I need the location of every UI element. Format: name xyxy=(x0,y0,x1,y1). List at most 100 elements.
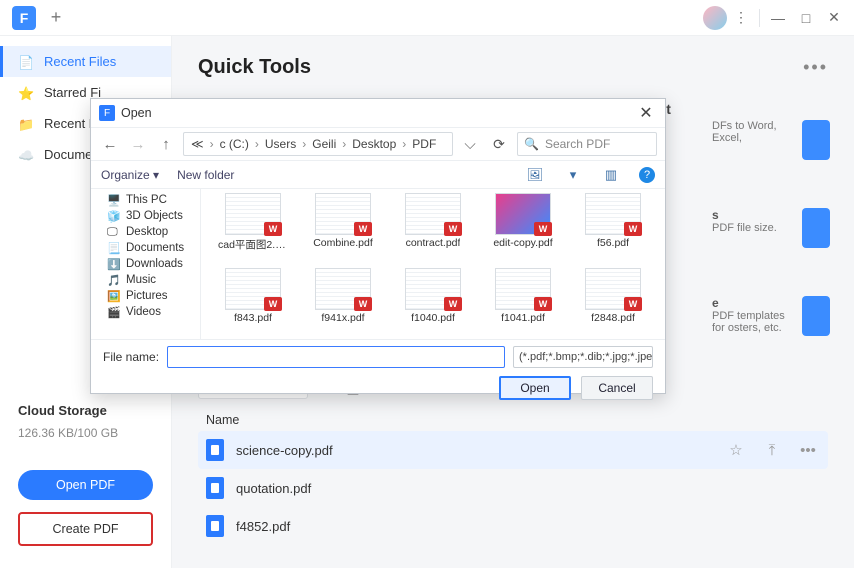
pdf-badge-icon: W xyxy=(264,222,282,236)
cloud-icon: ☁️ xyxy=(18,148,34,162)
preview-pane-button[interactable]: ▥ xyxy=(601,165,621,185)
upload-icon[interactable]: ⤒ xyxy=(760,442,784,459)
tool-card[interactable]: DFs to Word, Excel, xyxy=(712,120,830,160)
file-type-filter[interactable]: (*.pdf;*.bmp;*.dib;*.jpg;*.jpeg;*.j⌵ xyxy=(513,346,653,368)
tool-card-icon xyxy=(802,296,830,336)
cancel-button[interactable]: Cancel xyxy=(581,376,653,400)
file-thumbnail[interactable]: Wf1040.pdf xyxy=(391,268,475,336)
file-thumbnail[interactable]: Wf56.pdf xyxy=(571,193,655,264)
titlebar: F + ⋮ — □ ✕ xyxy=(0,0,854,36)
thumbnail-image: W xyxy=(405,268,461,310)
column-header-name[interactable]: Name xyxy=(198,409,828,431)
crumb-segment[interactable]: ≪ xyxy=(188,137,207,151)
open-button[interactable]: Open xyxy=(499,376,571,400)
more-menu-icon[interactable]: ⋮ xyxy=(727,4,755,32)
file-thumbnail[interactable]: WCombine.pdf xyxy=(301,193,385,264)
dialog-app-icon: F xyxy=(99,105,115,121)
window-minimize-button[interactable]: — xyxy=(764,4,792,32)
crumb-segment[interactable]: Users xyxy=(262,137,299,151)
thumbnail-image: W xyxy=(225,268,281,310)
music-icon: 🎵 xyxy=(107,274,121,286)
crumb-segment[interactable]: c (C:) xyxy=(217,137,252,151)
pdf-badge-icon: W xyxy=(534,222,552,236)
new-tab-button[interactable]: + xyxy=(42,4,70,32)
dialog-title: Open xyxy=(121,106,152,120)
pdf-file-icon xyxy=(206,439,224,461)
dialog-close-button[interactable]: ✕ xyxy=(635,102,657,124)
crumb-history-dropdown[interactable]: ⌵ xyxy=(459,133,481,155)
nav-forward-button[interactable]: → xyxy=(127,133,149,155)
row-more-icon[interactable]: ••• xyxy=(796,442,820,459)
tree-item-documents[interactable]: 📃Documents xyxy=(93,240,198,256)
file-thumbnail[interactable]: Wedit-copy.pdf xyxy=(481,193,565,264)
thumbnail-label: f843.pdf xyxy=(234,312,272,324)
desk-icon: 🖵 xyxy=(107,226,121,238)
file-thumbnail[interactable]: Wf843.pdf xyxy=(211,268,295,336)
3d-icon: 🧊 xyxy=(107,210,121,222)
recent-file-row[interactable]: f4852.pdf xyxy=(198,507,828,545)
search-icon: 🔍 xyxy=(524,137,539,151)
pdf-badge-icon: W xyxy=(264,297,282,311)
organize-menu[interactable]: Organize ▾ xyxy=(101,168,159,182)
tree-item-videos[interactable]: 🎬Videos xyxy=(93,304,198,320)
tree-item-music[interactable]: 🎵Music xyxy=(93,272,198,288)
file-thumbnail[interactable]: Wf2848.pdf xyxy=(571,268,655,336)
tree-item-this-pc[interactable]: 🖥️This PC xyxy=(93,192,198,208)
file-thumbnail[interactable]: Wf941x.pdf xyxy=(301,268,385,336)
tool-card[interactable]: sPDF file size. xyxy=(712,208,830,248)
thumbnail-label: edit-copy.pdf xyxy=(493,237,552,249)
tool-card[interactable]: ePDF templates for osters, etc. xyxy=(712,296,830,336)
open-pdf-button[interactable]: Open PDF xyxy=(18,470,153,500)
view-mode-button[interactable]: 🖼 xyxy=(525,165,545,185)
cloud-storage-panel: Cloud Storage 126.36 KB/100 GB xyxy=(0,403,171,470)
more-tools-button[interactable]: ••• xyxy=(803,57,828,78)
crumb-segment[interactable]: PDF xyxy=(409,137,439,151)
window-maximize-button[interactable]: □ xyxy=(792,4,820,32)
tool-card-icon xyxy=(802,120,830,160)
dl-icon: ⬇️ xyxy=(107,258,121,270)
tool-card-icon xyxy=(802,208,830,248)
nav-back-button[interactable]: ← xyxy=(99,133,121,155)
tree-item-3d-objects[interactable]: 🧊3D Objects xyxy=(93,208,198,224)
create-pdf-button[interactable]: Create PDF xyxy=(18,512,153,546)
file-name-label: File name: xyxy=(103,350,159,364)
doc-icon: 📄 xyxy=(18,55,34,69)
thumbnail-image: W xyxy=(585,193,641,235)
view-mode-dropdown[interactable]: ▾ xyxy=(563,165,583,185)
file-thumbnail[interactable]: Wcontract.pdf xyxy=(391,193,475,264)
sidebar-item-recent-files[interactable]: 📄Recent Files xyxy=(0,46,171,77)
pdf-badge-icon: W xyxy=(624,222,642,236)
recent-file-row[interactable]: science-copy.pdf☆⤒••• xyxy=(198,431,828,469)
thumbnail-image: W xyxy=(315,268,371,310)
crumb-segment[interactable]: Geili xyxy=(309,137,339,151)
file-thumbnail[interactable]: Wcad平面图2.pdf xyxy=(211,193,295,264)
star-icon: ⭐ xyxy=(18,86,34,100)
recent-file-row[interactable]: quotation.pdf xyxy=(198,469,828,507)
nav-up-button[interactable]: ↑ xyxy=(155,133,177,155)
tree-item-pictures[interactable]: 🖼️Pictures xyxy=(93,288,198,304)
tree-item-desktop[interactable]: 🖵Desktop xyxy=(93,224,198,240)
thumbnail-label: f2848.pdf xyxy=(591,312,635,324)
file-thumbnail[interactable]: Wf1041.pdf xyxy=(481,268,565,336)
file-grid[interactable]: Wcad平面图2.pdfWCombine.pdfWcontract.pdfWed… xyxy=(201,189,665,339)
pdf-badge-icon: W xyxy=(444,297,462,311)
thumbnail-label: f1041.pdf xyxy=(501,312,545,324)
window-close-button[interactable]: ✕ xyxy=(820,4,848,32)
star-icon[interactable]: ☆ xyxy=(724,441,748,459)
folder-search-input[interactable]: 🔍 Search PDF xyxy=(517,132,657,156)
new-folder-button[interactable]: New folder xyxy=(177,168,234,182)
thumbnail-image: W xyxy=(225,193,281,235)
user-avatar[interactable] xyxy=(703,6,727,30)
breadcrumb[interactable]: ≪›c (C:)›Users›Geili›Desktop›PDF xyxy=(183,132,453,156)
pdf-file-icon xyxy=(206,515,224,537)
pdf-badge-icon: W xyxy=(354,297,372,311)
folder-tree[interactable]: 🖥️This PC🧊3D Objects🖵Desktop📃Documents⬇️… xyxy=(91,189,201,339)
thumbnail-image: W xyxy=(495,193,551,235)
help-button[interactable]: ? xyxy=(639,167,655,183)
thumbnail-label: f1040.pdf xyxy=(411,312,455,324)
file-name-input[interactable] xyxy=(167,346,505,368)
crumb-segment[interactable]: Desktop xyxy=(349,137,399,151)
tree-item-downloads[interactable]: ⬇️Downloads xyxy=(93,256,198,272)
refresh-button[interactable]: ⟳ xyxy=(487,132,511,156)
thumbnail-image: W xyxy=(405,193,461,235)
